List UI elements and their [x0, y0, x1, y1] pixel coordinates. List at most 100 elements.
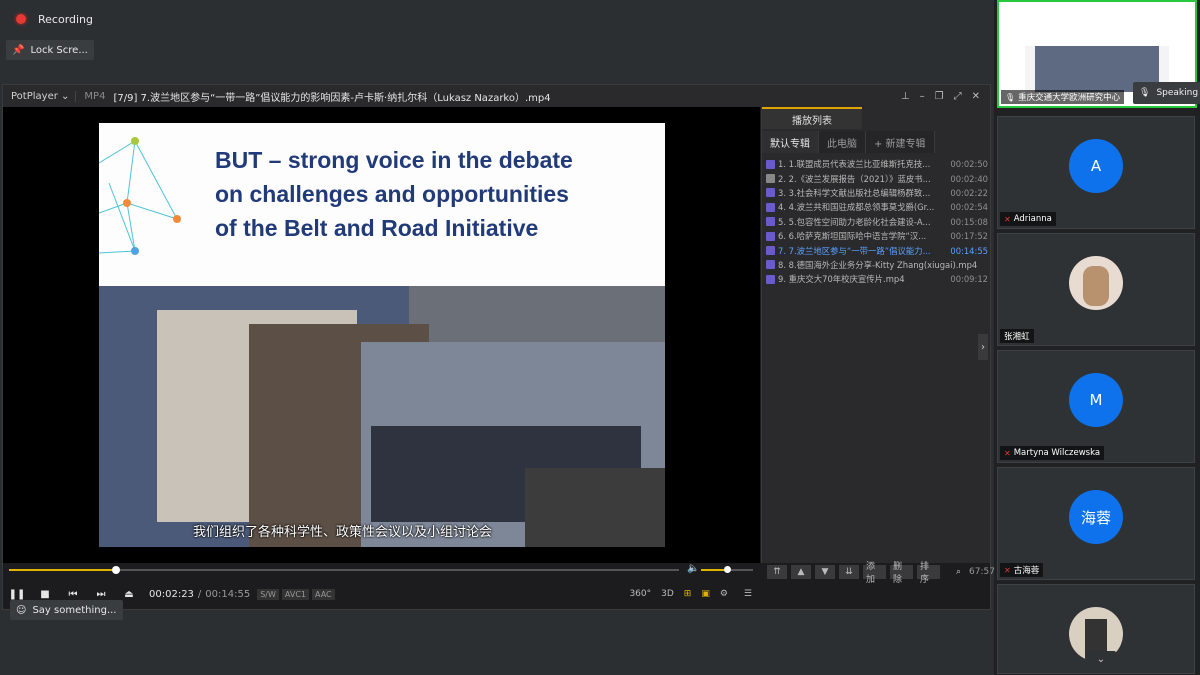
- item-title: 5. 5.包容性空间助力老龄化社会建设-A...: [778, 216, 931, 227]
- item-duration: 00:02:50: [950, 159, 988, 170]
- item-duration: 00:02:54: [950, 202, 988, 213]
- delete-button[interactable]: 删除: [890, 562, 913, 585]
- minimize-icon[interactable]: –: [920, 91, 925, 102]
- 3d-button[interactable]: 3D: [661, 589, 674, 599]
- video-thumbnail-slide: [1025, 2, 1169, 46]
- scroll-down-button[interactable]: ⌄: [1086, 651, 1116, 667]
- video-subtitle: 我们组织了各种科学性、政策性会议以及小组讨论会: [193, 525, 493, 540]
- speaking-indicator: 🎙 Speaking: [1133, 82, 1200, 104]
- list-item[interactable]: 4. 4.波兰共和国驻成都总领事莫戈爵(Gr... 00:02:54: [766, 200, 988, 214]
- add-button[interactable]: 添加: [863, 562, 886, 585]
- item-duration: 00:15:08: [950, 216, 988, 227]
- tab-this-pc[interactable]: 此电脑: [819, 131, 866, 153]
- seek-handle[interactable]: [112, 566, 121, 574]
- next-icon[interactable]: ⏭: [87, 589, 115, 600]
- chat-placeholder: Say something...: [32, 604, 117, 616]
- mic-muted-icon: ✕: [1004, 214, 1011, 224]
- subtitle-icon[interactable]: ▣: [701, 589, 710, 599]
- move-bottom-icon[interactable]: ⇊: [839, 565, 859, 579]
- recording-indicator[interactable]: Recording: [8, 8, 93, 30]
- participant-name: ✕ Martyna Wilczewska: [1000, 446, 1105, 460]
- video-area[interactable]: BUT – strong voice in the debate on chal…: [3, 107, 760, 563]
- list-item[interactable]: 5. 5.包容性空间助力老龄化社会建设-A... 00:15:08: [766, 215, 988, 229]
- eject-icon[interactable]: ⏏: [115, 589, 143, 600]
- tab-default-album[interactable]: 默认专辑: [762, 131, 819, 153]
- video-file-icon: [766, 159, 775, 169]
- mic-icon: 🎙: [1005, 92, 1016, 102]
- expand-panel-button[interactable]: ›: [978, 334, 988, 360]
- participant-tile[interactable]: 张湘虹: [997, 233, 1195, 346]
- restore-icon[interactable]: ❐: [935, 91, 944, 102]
- chat-input[interactable]: ☺ Say something...: [10, 600, 123, 620]
- participant-name-text: Martyna Wilczewska: [1013, 448, 1101, 458]
- list-item[interactable]: 1. 1.联盟成员代表波兰比亚维斯托克技... 00:02:50: [766, 157, 988, 171]
- list-item[interactable]: 2. 2.《波兰发展报告（2021）》蓝皮书... 00:02:40: [766, 171, 988, 185]
- list-item[interactable]: 6. 6.哈萨克斯坦国际哈中语言学院“汉... 00:17:52: [766, 229, 988, 243]
- fullscreen-icon[interactable]: ⤢: [954, 91, 962, 102]
- network-node: [131, 137, 139, 145]
- codec-tag[interactable]: AVC1: [281, 588, 310, 600]
- slide-title: BUT – strong voice in the debate on chal…: [215, 143, 655, 245]
- item-title: 6. 6.哈萨克斯坦国际哈中语言学院“汉...: [778, 231, 927, 242]
- sort-button[interactable]: 排序: [917, 562, 940, 585]
- vr-360-button[interactable]: 360°: [629, 589, 651, 599]
- mic-muted-icon: ✕: [1004, 565, 1011, 575]
- time-separator: /: [197, 588, 202, 600]
- potplayer-window: PotPlayer ⌄ MP4 [7/9] 7.波兰地区参与“一带一路”倡议能力…: [2, 84, 995, 610]
- record-icon: [14, 12, 28, 26]
- participant-tile[interactable]: 海蓉 ✕ 古海蓉: [997, 467, 1195, 580]
- codec-tag[interactable]: AAC: [312, 588, 335, 600]
- player-extra-controls: 360° 3D ⊞ ▣ ⚙ ☰: [629, 583, 752, 605]
- volume-slider[interactable]: [701, 566, 753, 573]
- participant-name-text: 张湘虹: [1004, 332, 1030, 342]
- item-duration: 00:02:22: [950, 187, 988, 198]
- video-file-icon: [766, 246, 775, 256]
- participant-tile[interactable]: A ✕ Adrianna: [997, 116, 1195, 229]
- list-item[interactable]: 8. 8.德国海外企业务分享-Kitty Zhang(xiugai).mp4: [766, 258, 988, 272]
- item-duration: 00:02:40: [950, 173, 988, 184]
- move-top-icon[interactable]: ⇈: [767, 565, 787, 579]
- app-menu[interactable]: PotPlayer ⌄: [3, 91, 75, 102]
- capture-icon[interactable]: ⊞: [684, 589, 692, 599]
- item-duration: 00:09:12: [950, 274, 988, 285]
- video-file-icon: [766, 231, 775, 241]
- menu-icon[interactable]: ☰: [744, 589, 752, 599]
- item-title: 2. 2.《波兰发展报告（2021）》蓝皮书...: [778, 173, 931, 184]
- video-file-icon: [766, 188, 775, 198]
- settings-icon[interactable]: ⚙: [720, 589, 728, 599]
- tab-new-album[interactable]: + 新建专辑: [866, 131, 935, 153]
- participant-name-text: 重庆交通大学欧洲研究中心: [1018, 93, 1121, 103]
- move-up-icon[interactable]: ▲: [791, 565, 811, 579]
- slide-title-line: of the Belt and Road Initiative: [215, 215, 539, 241]
- seek-bar[interactable]: [9, 566, 679, 574]
- list-item[interactable]: 9. 重庆交大70年校庆宣传片.mp4 00:09:12: [766, 272, 988, 286]
- chevron-down-icon: ⌄: [1096, 653, 1106, 665]
- move-down-icon[interactable]: ▼: [815, 565, 835, 579]
- playlist-header[interactable]: 播放列表: [762, 107, 862, 129]
- pin-window-icon[interactable]: ⊥: [901, 91, 910, 102]
- previous-icon[interactable]: ⏮: [59, 589, 87, 600]
- pause-icon[interactable]: ❚❚: [3, 589, 31, 600]
- stop-icon[interactable]: ■: [31, 589, 59, 600]
- volume-handle[interactable]: [724, 566, 731, 573]
- recording-label: Recording: [38, 12, 94, 26]
- volume-icon[interactable]: 🔈: [687, 563, 699, 574]
- time-current: 00:02:23: [149, 588, 194, 600]
- close-icon[interactable]: ✕: [972, 91, 980, 102]
- search-icon[interactable]: ⌕: [956, 567, 961, 577]
- playlist-panel: 播放列表 默认专辑 此电脑 + 新建专辑 1. 1.联盟成员代表波兰比亚维斯托克…: [761, 107, 990, 563]
- participant-tile[interactable]: M ✕ Martyna Wilczewska: [997, 350, 1195, 463]
- format-label: MP4: [75, 90, 113, 102]
- slide-title-line: BUT – strong voice in the debate: [215, 147, 573, 173]
- avatar: 海蓉: [1069, 490, 1123, 544]
- video-file-icon: [766, 174, 775, 184]
- codec-tag[interactable]: S/W: [257, 588, 279, 600]
- item-title: 1. 1.联盟成员代表波兰比亚维斯托克技...: [778, 159, 931, 170]
- item-title: 3. 3.社会科学文献出版社总编辑杨群致...: [778, 187, 931, 198]
- item-title: 7. 7.波兰地区参与“一带一路”倡议能力...: [778, 245, 931, 256]
- list-item[interactable]: 3. 3.社会科学文献出版社总编辑杨群致... 00:02:22: [766, 186, 988, 200]
- network-node: [123, 199, 131, 207]
- emoji-icon[interactable]: ☺: [16, 605, 26, 616]
- list-item-current[interactable]: 7. 7.波兰地区参与“一带一路”倡议能力... 00:14:55: [766, 243, 988, 257]
- lock-screen-button[interactable]: 📌 Lock Scre...: [6, 40, 94, 60]
